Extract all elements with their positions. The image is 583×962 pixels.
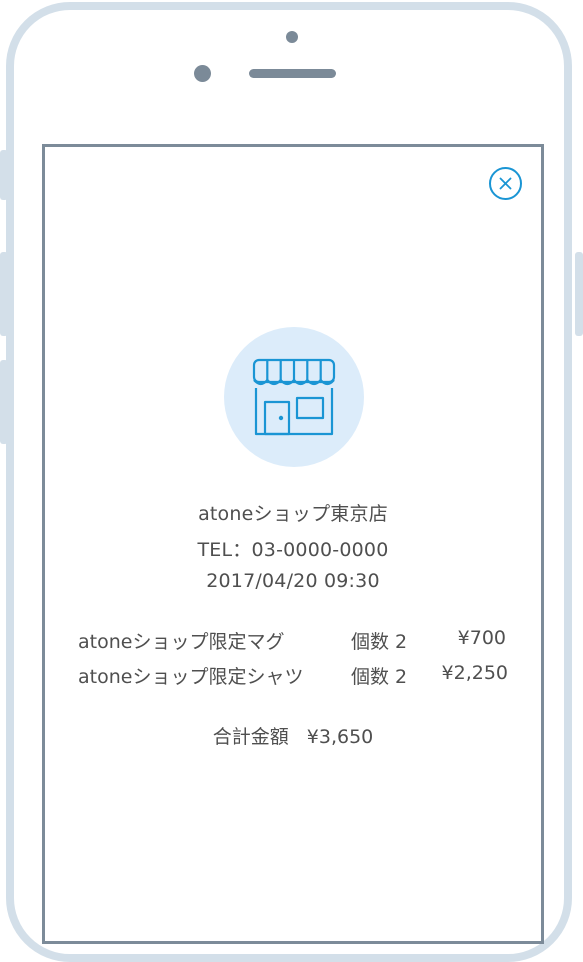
side-button-volume-down <box>0 360 8 444</box>
receipt-screen: atoneショップ東京店 TEL：03-0000-0000 2017/04/20… <box>42 144 544 944</box>
side-button-volume-up <box>0 252 8 336</box>
item-quantity: 個数 2 <box>351 666 408 688</box>
total-row: 合計金額 ¥3,650 <box>45 722 541 749</box>
list-item: atoneショップ限定マグ 個数 2 ¥700 <box>78 627 518 662</box>
close-icon <box>499 177 512 190</box>
proximity-sensor <box>286 31 298 43</box>
item-name: atoneショップ限定シャツ <box>78 666 304 688</box>
item-price: ¥700 <box>457 627 506 649</box>
purchase-datetime: 2017/04/20 09:30 <box>206 570 380 592</box>
store-icon <box>252 358 336 436</box>
item-list: atoneショップ限定マグ 個数 2 ¥700 atoneショップ限定シャツ 個… <box>78 627 518 697</box>
store-icon-badge <box>224 327 364 467</box>
total-amount: ¥3,650 <box>306 726 374 748</box>
total-label: 合計金額 <box>212 726 289 748</box>
earpiece-speaker <box>249 69 336 78</box>
front-camera <box>194 65 211 82</box>
store-name: atoneショップ東京店 <box>198 503 388 525</box>
item-price: ¥2,250 <box>441 662 508 684</box>
item-name: atoneショップ限定マグ <box>78 631 285 653</box>
close-button[interactable] <box>489 167 522 200</box>
store-tel: TEL：03-0000-0000 <box>197 539 389 561</box>
list-item: atoneショップ限定シャツ 個数 2 ¥2,250 <box>78 662 518 697</box>
side-button-power <box>575 252 583 336</box>
side-button-top <box>0 150 8 200</box>
item-quantity: 個数 2 <box>351 631 408 653</box>
